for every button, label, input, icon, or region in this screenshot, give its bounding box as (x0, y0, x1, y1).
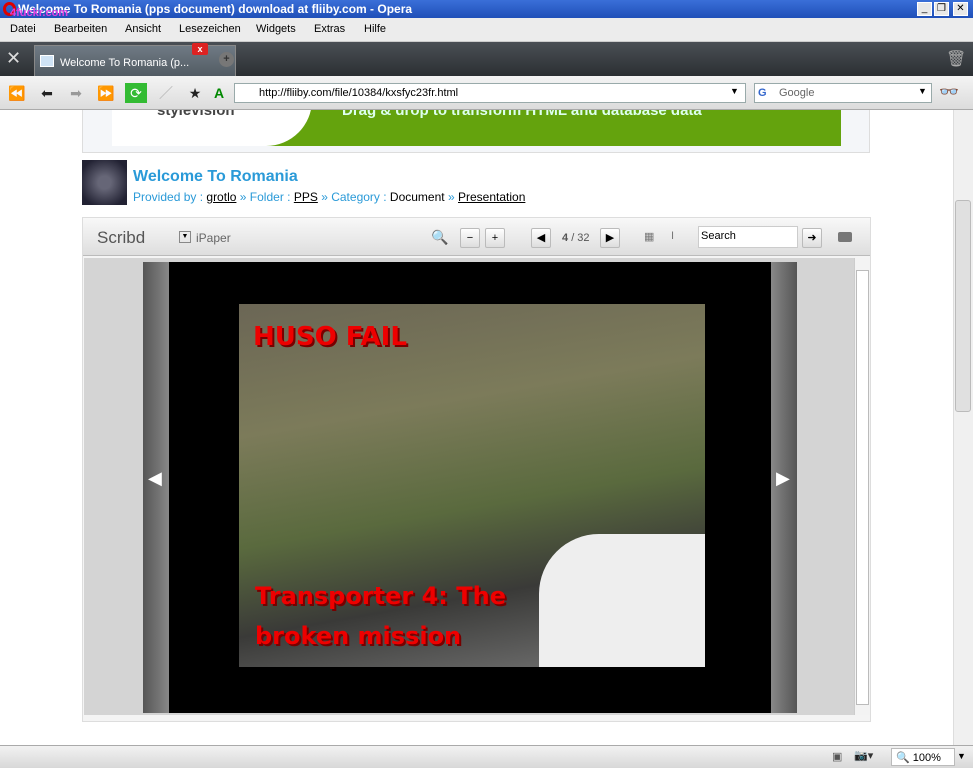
grid-view-icon[interactable]: ▦ (644, 230, 654, 243)
camera-icon[interactable]: 📷▾ (854, 749, 873, 762)
document-meta: Provided by : grotlo » Folder : PPS » Ca… (133, 190, 526, 204)
turbo-icon[interactable]: ▣ (832, 750, 842, 763)
addon-icon[interactable]: A (208, 83, 230, 103)
fast-forward-button[interactable]: ⏩ (95, 83, 117, 103)
bookmark-star-icon[interactable]: ★ (184, 83, 206, 103)
car (539, 534, 705, 667)
url-input[interactable]: http://fliiby.com/file/10384/kxsfyc23fr.… (234, 83, 746, 103)
slide-caption-top: HUSO FAIL (253, 322, 407, 352)
document-area: ◀ ▶ HUSO FAIL Transporter 4: The broken … (84, 258, 870, 715)
fullscreen-icon[interactable] (838, 232, 852, 242)
zoom-level: 100% (912, 752, 941, 764)
slide-image: HUSO FAIL Transporter 4: The broken miss… (239, 304, 705, 667)
restore-button[interactable]: ❐ (934, 2, 949, 16)
back-button[interactable]: ⬅ (36, 83, 58, 103)
page-icon (40, 55, 54, 67)
minimize-button[interactable]: _ (917, 2, 932, 16)
google-icon: G (758, 87, 767, 99)
zoom-out-button[interactable]: − (460, 228, 480, 248)
window-title: Welcome To Romania (pps document) downlo… (0, 0, 973, 18)
search-input[interactable]: Google (754, 83, 932, 103)
zoom-dropdown-icon[interactable]: ▼ (957, 751, 966, 761)
menu-lesezeichen[interactable]: Lesezeichen (179, 23, 241, 35)
menu-ansicht[interactable]: Ansicht (125, 23, 161, 35)
folder-link[interactable]: PPS (294, 190, 318, 204)
menu-hilfe[interactable]: Hilfe (364, 23, 386, 35)
tab-label: Welcome To Romania (p... (60, 57, 190, 69)
current-page[interactable]: 4 (562, 232, 568, 244)
zoom-search-icon[interactable]: 🔍 (431, 229, 448, 246)
status-bar: ▣ 📷▾ 🔍 100% ▼ (0, 745, 973, 768)
url-dropdown-icon[interactable]: ▼ (730, 86, 739, 96)
viewer-toolbar: Scribd ▼ iPaper 🔍 − + ◀ 4 / 32 ▶ ▦ I Sea… (83, 218, 870, 256)
text-select-icon[interactable]: I (671, 230, 674, 242)
new-tab-button[interactable]: + (219, 52, 234, 67)
prev-page-button[interactable]: ◀ (531, 228, 551, 248)
banner-ad[interactable]: stylevision Drag & drop to transform HTM… (112, 110, 841, 146)
menu-bearbeiten[interactable]: Bearbeiten (54, 23, 107, 35)
scribd-viewer: Scribd ▼ iPaper 🔍 − + ◀ 4 / 32 ▶ ▦ I Sea… (82, 217, 871, 722)
tab-close-button[interactable]: x (192, 43, 208, 55)
viewer-scrollbar[interactable] (854, 258, 870, 715)
zoom-control[interactable]: 🔍 100% (891, 748, 955, 766)
page-indicator: 4 / 32 (562, 232, 590, 244)
zoom-in-button[interactable]: + (485, 228, 505, 248)
forward-button[interactable]: ➡ (65, 83, 87, 103)
menu-widgets[interactable]: Widgets (256, 23, 296, 35)
menu-extras[interactable]: Extras (314, 23, 345, 35)
rewind-button[interactable]: ⏪ (6, 83, 28, 103)
trash-icon[interactable]: 🗑 (946, 49, 966, 69)
slide-caption-bottom-1: Transporter 4: The (255, 582, 506, 610)
tab-bar: ✕ Welcome To Romania (p... + 🗑 (0, 42, 973, 76)
page-scroll-thumb[interactable] (955, 200, 971, 412)
uploader-thumbnail[interactable] (82, 160, 127, 205)
user-link[interactable]: grotlo (206, 190, 236, 204)
viewer-search-input[interactable]: Search (698, 226, 798, 248)
banner-tagline: Drag & drop to transform HTML and databa… (342, 110, 702, 119)
next-page-button[interactable]: ▶ (600, 228, 620, 248)
tools-icon[interactable]: ✕ (6, 48, 21, 69)
address-bar: ⏪ ⬅ ➡ ⏩ ⟳ ／ ★ A http://fliiby.com/file/1… (0, 76, 973, 110)
document-title[interactable]: Welcome To Romania (133, 168, 298, 186)
web-page: stylevision Drag & drop to transform HTM… (0, 110, 953, 745)
edit-icon[interactable]: ／ (155, 83, 177, 103)
slide-caption-bottom-2: broken mission (255, 622, 462, 650)
mode-dropdown-icon[interactable]: ▼ (179, 231, 191, 243)
prev-slide-arrow-icon[interactable]: ◀ (148, 468, 162, 489)
banner-brand: stylevision (157, 110, 235, 119)
mode-label[interactable]: iPaper (196, 231, 231, 245)
menu-datei[interactable]: Datei (10, 23, 36, 35)
next-slide-arrow-icon[interactable]: ▶ (776, 468, 790, 489)
glasses-icon[interactable]: 👓 (939, 82, 959, 102)
scribd-logo: Scribd (97, 228, 146, 247)
viewer-scroll-thumb[interactable] (856, 270, 869, 705)
close-window-button[interactable]: ✕ (953, 2, 968, 16)
subcategory-link[interactable]: Presentation (458, 190, 525, 204)
search-dropdown-icon[interactable]: ▼ (918, 86, 927, 96)
menu-bar: Datei Bearbeiten Ansicht Lesezeichen Wid… (0, 18, 973, 42)
search-go-button[interactable]: ➜ (802, 228, 822, 248)
reload-icon[interactable]: ⟳ (125, 83, 147, 103)
